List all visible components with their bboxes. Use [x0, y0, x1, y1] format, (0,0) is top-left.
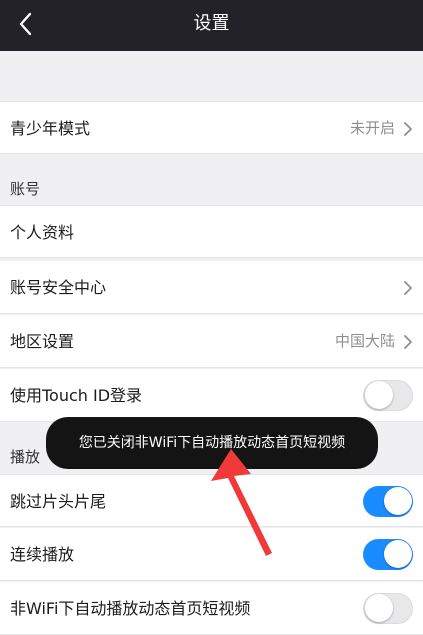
autoplay-wifi-label: 非WiFi下自动播放动态首页短视频	[10, 599, 251, 618]
toggle-knob	[365, 381, 393, 409]
youth-mode-label: 青少年模式	[10, 119, 91, 138]
toggle-knob	[384, 540, 412, 568]
page-title: 设置	[193, 13, 230, 34]
touch-id-row: 使用Touch ID登录	[0, 369, 423, 422]
account-security-label: 账号安全中心	[10, 278, 107, 297]
nav-bar: 设置	[0, 0, 423, 51]
autoplay-wifi-toggle[interactable]	[363, 593, 413, 624]
touch-id-toggle[interactable]	[363, 380, 413, 411]
region-value: 中国大陆	[334, 332, 395, 350]
toggle-knob	[384, 487, 412, 515]
youth-mode-row[interactable]: 青少年模式 未开启	[0, 101, 423, 154]
profile-label: 个人资料	[10, 223, 75, 242]
section-spacer	[0, 51, 423, 101]
continuous-play-label: 连续播放	[10, 545, 75, 564]
play-section-label: 播放	[10, 448, 41, 466]
account-security-row[interactable]: 账号安全中心	[0, 261, 423, 314]
toggle-knob	[365, 594, 393, 622]
chevron-right-icon	[404, 122, 412, 136]
autoplay-wifi-row: 非WiFi下自动播放动态首页短视频	[0, 582, 423, 635]
youth-mode-value: 未开启	[349, 119, 395, 137]
account-section-label: 账号	[10, 180, 41, 198]
skip-intro-row: 跳过片头片尾	[0, 474, 423, 527]
skip-intro-label: 跳过片头片尾	[10, 492, 107, 511]
toast-message: 您已关闭非WiFi下自动播放动态首页短视频	[46, 417, 378, 469]
skip-intro-toggle[interactable]	[363, 486, 413, 517]
region-label: 地区设置	[10, 332, 75, 351]
continuous-play-row: 连续播放	[0, 528, 423, 581]
continuous-play-toggle[interactable]	[363, 539, 413, 570]
chevron-right-icon	[404, 335, 412, 349]
profile-row[interactable]: 个人资料	[0, 205, 423, 258]
touch-id-label: 使用Touch ID登录	[10, 386, 143, 405]
chevron-right-icon	[404, 281, 412, 295]
region-row[interactable]: 地区设置 中国大陆	[0, 315, 423, 368]
account-section-header: 账号	[0, 155, 423, 205]
